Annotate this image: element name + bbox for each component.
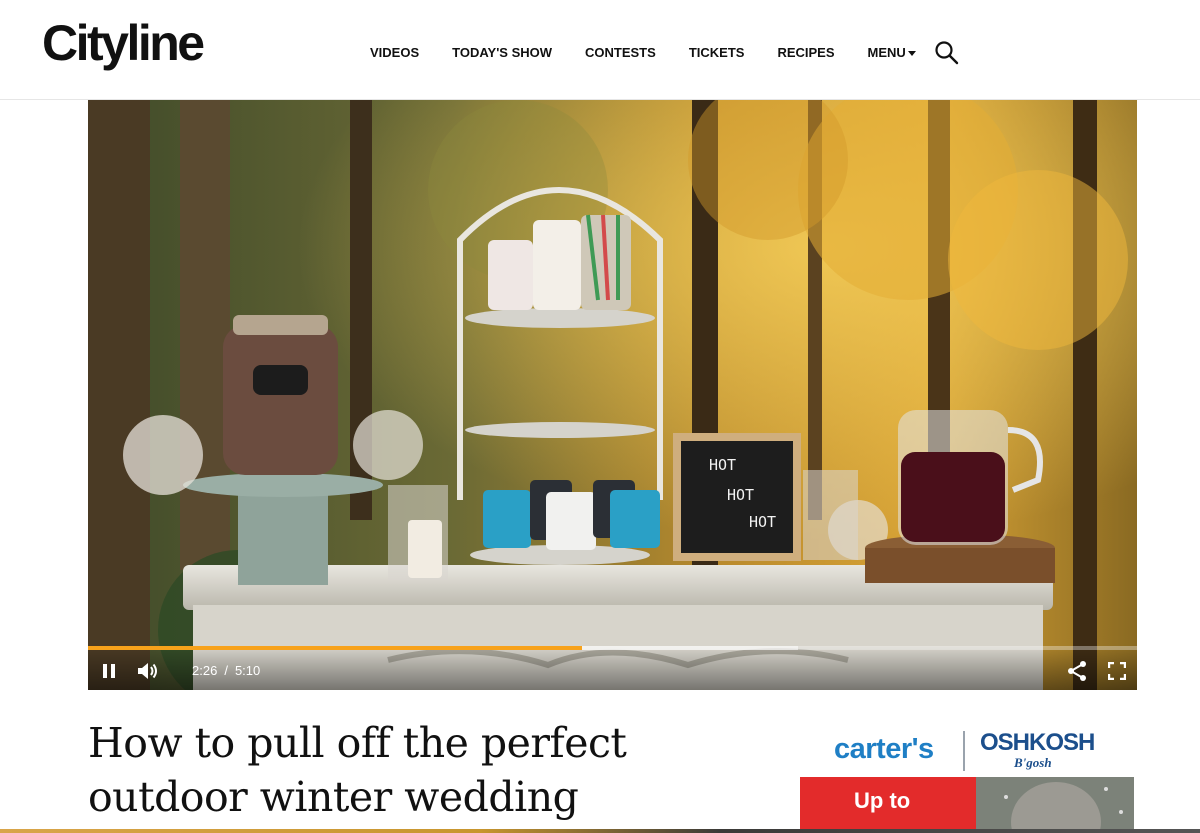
time-display: 2:26 / 5:10	[192, 663, 260, 678]
ad-promo-text: Up to	[854, 788, 911, 813]
duration: 5:10	[234, 663, 261, 678]
search-button[interactable]	[934, 40, 960, 66]
ad-divider	[963, 731, 965, 771]
letter-board-line: HOT	[727, 486, 754, 504]
nav-item-videos[interactable]: VIDEOS	[370, 45, 419, 60]
video-player[interactable]: HOT HOT HOT 2:26 / 5:10	[88, 100, 1137, 690]
letter-board-line: HOT	[749, 513, 776, 531]
ad-brand-carters: carter's	[834, 733, 934, 765]
fullscreen-icon	[1107, 661, 1127, 681]
tumbler	[610, 490, 660, 548]
share-button[interactable]	[1066, 660, 1088, 682]
wood-slab	[865, 548, 1055, 583]
nav-item-tickets[interactable]: TICKETS	[689, 45, 745, 60]
ad-banner[interactable]: carter's OSHKOSH B'gosh Up to	[800, 725, 1134, 833]
video-frame: HOT HOT HOT	[88, 100, 1137, 690]
pause-button[interactable]	[100, 662, 118, 680]
site-logo[interactable]: Cityline	[42, 18, 205, 68]
cake-stand	[238, 495, 328, 585]
drink-dispenser	[223, 325, 338, 475]
ad-brand-oshkosh: OSHKOSH	[980, 729, 1095, 756]
tree-trunk	[180, 100, 230, 570]
share-icon	[1068, 661, 1086, 681]
nav-item-recipes[interactable]: RECIPES	[777, 45, 834, 60]
menu-label: MENU	[867, 45, 906, 60]
progress-bar[interactable]	[88, 646, 1137, 650]
ad-promo-panel: Up to	[800, 777, 976, 833]
ad-photo-image	[976, 777, 1134, 833]
time-separator: /	[224, 663, 228, 678]
nav-item-contests[interactable]: CONTESTS	[585, 45, 656, 60]
ad-brand-oshkosh-sub: B'gosh	[1014, 755, 1052, 770]
tree-trunk	[88, 100, 150, 690]
letter-board-line: HOT	[709, 456, 736, 474]
bottom-bar	[0, 829, 1200, 833]
article-headline: How to pull off the perfect outdoor wint…	[88, 719, 627, 821]
tumbler	[483, 490, 531, 548]
pause-icon	[103, 664, 115, 678]
fullscreen-button[interactable]	[1107, 661, 1127, 681]
caret-down-icon	[907, 50, 916, 56]
volume-button[interactable]	[136, 660, 160, 682]
search-icon	[935, 41, 959, 65]
main-nav: VIDEOS TODAY'S SHOW CONTESTS TICKETS REC…	[370, 45, 916, 60]
nav-item-menu[interactable]: MENU	[868, 45, 916, 60]
current-time: 2:26	[192, 663, 218, 678]
volume-icon	[138, 663, 157, 679]
nav-item-todays-show[interactable]: TODAY'S SHOW	[452, 45, 552, 60]
ad-photo	[976, 777, 1134, 833]
tumbler	[546, 492, 596, 550]
progress-played	[88, 646, 583, 650]
site-header: Cityline VIDEOS TODAY'S SHOW CONTESTS TI…	[0, 0, 1200, 100]
